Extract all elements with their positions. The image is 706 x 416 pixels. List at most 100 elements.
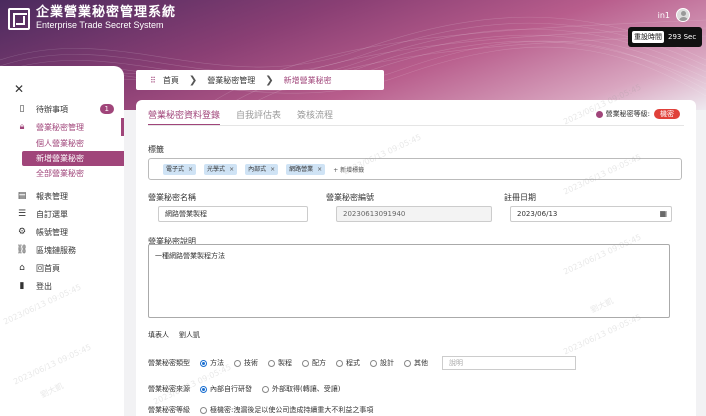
close-icon[interactable]: ×	[229, 166, 234, 173]
radio-icon	[200, 406, 207, 414]
tags-label: 標籤	[148, 145, 164, 154]
sidebar-item-label: 區塊鏈服務	[36, 245, 76, 255]
app-subtitle: Enterprise Trade Secret System	[36, 20, 164, 30]
user-menu[interactable]: in1	[658, 8, 690, 22]
sidebar-item-label: 帳號管理	[36, 227, 68, 237]
form-card: 營業秘密資料登錄 自我評估表 簽核流程 營業秘密等級: 機密 標籤 電子式 × 光…	[136, 100, 696, 416]
tag-chip[interactable]: 內部式 ×	[245, 163, 279, 175]
type-option-other[interactable]: 其他	[404, 358, 428, 368]
type-label: 營業秘密類型	[148, 359, 190, 367]
breadcrumb: ⠿ 首頁 ❯ 營業秘密管理 ❯ 新增營業秘密	[136, 70, 384, 90]
sidebar-subitem-all[interactable]: 全部營業秘密	[0, 166, 124, 181]
tab-approval-flow[interactable]: 簽核流程	[297, 108, 333, 126]
avatar-icon[interactable]	[676, 8, 690, 22]
close-icon[interactable]: ✕	[14, 82, 24, 96]
radio-selected-icon	[200, 359, 207, 367]
sidebar-item-blockchain[interactable]: ⛓ 區塊鏈服務	[0, 241, 124, 259]
tags-input[interactable]: 電子式 × 光學式 × 內部式 × 網路營業 × + 新增標籤	[148, 158, 682, 180]
type-note-input[interactable]: 說明	[442, 356, 576, 370]
sidebar-item-label: 營業秘密管理	[36, 122, 84, 132]
tag-chip[interactable]: 網路營業 ×	[286, 163, 326, 175]
close-icon[interactable]: ×	[270, 166, 275, 173]
secret-name-input[interactable]: 網路營業製程	[158, 206, 308, 222]
name-label: 營業秘密名稱	[148, 193, 196, 202]
id-label: 營業秘密編號	[326, 193, 374, 202]
filler-row: 填表人 劉人凱	[148, 330, 200, 340]
sidebar-item-label: 回首頁	[36, 263, 60, 273]
chain-icon: ⛓	[16, 245, 28, 255]
timer-value: 293 Sec	[668, 33, 697, 41]
radio-icon	[370, 359, 377, 367]
logout-icon: ▮	[19, 281, 25, 291]
sidebar-item-todo[interactable]: ▯ 待辦事項 1	[0, 100, 124, 118]
breadcrumb-home[interactable]: 首頁	[163, 75, 179, 86]
user-name: in1	[657, 10, 670, 20]
app-logo[interactable]: 企業營業秘密管理系統 Enterprise Trade Secret Syste…	[8, 6, 176, 31]
app-title: 企業營業秘密管理系統	[36, 5, 177, 20]
tag-chip[interactable]: 電子式 ×	[163, 163, 197, 175]
radio-icon	[262, 385, 269, 393]
source-label: 營業秘密來源	[148, 385, 190, 393]
secret-level-label: 營業秘密等級:	[605, 110, 650, 118]
tag-chip[interactable]: 光學式 ×	[204, 163, 238, 175]
desk-icon: ▯	[19, 104, 25, 114]
sidebar-item-custom-menu[interactable]: ☰ 自訂選單	[0, 205, 124, 223]
type-radio-group: 營業秘密類型 方法 技術 製程 配方 程式 設計 其他 說明	[148, 356, 576, 370]
type-option-process[interactable]: 製程	[268, 358, 292, 368]
info-icon	[595, 110, 603, 118]
breadcrumb-current: 新增營業秘密	[283, 75, 332, 85]
tab-data-entry[interactable]: 營業秘密資料登錄	[148, 108, 221, 126]
sidebar-subitem-personal[interactable]: 個人營業秘密	[0, 136, 124, 151]
radio-icon	[302, 359, 309, 367]
type-option-design[interactable]: 設計	[370, 358, 394, 368]
sidebar-item-reports[interactable]: ▤ 報表管理	[0, 187, 124, 205]
chevron-right-icon: ❯	[188, 74, 198, 86]
reset-timer-button[interactable]: 重設時間	[632, 31, 664, 43]
source-option-external[interactable]: 外部取得(轉讓、受讓)	[262, 384, 340, 394]
tab-bar: 營業秘密資料登錄 自我評估表 簽核流程	[148, 108, 349, 126]
register-date-input[interactable]: 2023/06/13 ▦	[510, 206, 672, 222]
home-icon: ⌂	[19, 263, 25, 273]
source-radio-group: 營業秘密來源 內部自行研發 外部取得(轉讓、受讓)	[148, 384, 350, 394]
level-option-top-secret[interactable]: 極機密:洩漏後足以使公司造成持續重大不利益之事項	[200, 405, 373, 415]
secret-id-field: 20230613091940	[336, 206, 492, 222]
type-option-technique[interactable]: 技術	[234, 358, 258, 368]
level-radio-group: 營業秘密等級 極機密:洩漏後足以使公司造成持續重大不利益之事項	[148, 405, 383, 415]
filler-value: 劉人凱	[179, 331, 200, 339]
close-icon[interactable]: ×	[188, 166, 193, 173]
sidebar-item-label: 報表管理	[36, 191, 68, 201]
type-option-formula[interactable]: 配方	[302, 358, 326, 368]
add-tag-button[interactable]: + 新增標籤	[333, 165, 364, 174]
todo-count-badge: 1	[99, 104, 114, 114]
sidebar: ✕ ▯ 待辦事項 1 🔒︎ 營業秘密管理 個人營業秘密 新增營業秘密 全部營業秘…	[0, 66, 124, 416]
secret-level-indicator: 營業秘密等級: 機密	[595, 109, 680, 119]
secret-level-badge: 機密	[654, 109, 680, 119]
description-textarea[interactable]: 一種網路營業製程方法	[148, 244, 670, 318]
sidebar-item-label: 待辦事項	[36, 104, 68, 114]
sidebar-item-label: 自訂選單	[36, 209, 68, 219]
sidebar-subitem-add[interactable]: 新增營業秘密	[22, 151, 124, 166]
tab-self-assessment[interactable]: 自我評估表	[236, 108, 281, 126]
radio-icon	[404, 359, 411, 367]
type-option-program[interactable]: 程式	[336, 358, 360, 368]
sidebar-item-accounts[interactable]: ⚙ 帳號管理	[0, 223, 124, 241]
radio-icon	[234, 359, 241, 367]
grid-icon: ⠿	[150, 75, 156, 85]
tab-divider	[148, 125, 684, 126]
level-label: 營業秘密等級	[148, 406, 190, 414]
source-option-internal[interactable]: 內部自行研發	[200, 384, 252, 394]
sidebar-item-home[interactable]: ⌂ 回首頁	[0, 259, 124, 277]
type-option-method[interactable]: 方法	[200, 358, 224, 368]
chevron-right-icon: ❯	[265, 74, 274, 86]
radio-selected-icon	[200, 385, 207, 393]
close-icon[interactable]: ×	[317, 166, 322, 173]
sidebar-item-trade-secret[interactable]: 🔒︎ 營業秘密管理	[0, 118, 124, 136]
sidebar-item-label: 登出	[36, 281, 52, 291]
sidebar-item-logout[interactable]: ▮ 登出	[0, 277, 124, 295]
report-icon: ▤	[17, 191, 27, 201]
list-icon: ☰	[17, 209, 27, 219]
session-timer: 重設時間 293 Sec	[628, 27, 702, 47]
calendar-icon[interactable]: ▦	[659, 209, 667, 218]
breadcrumb-trade-secret[interactable]: 營業秘密管理	[207, 75, 255, 86]
gear-icon: ⚙	[17, 227, 27, 237]
